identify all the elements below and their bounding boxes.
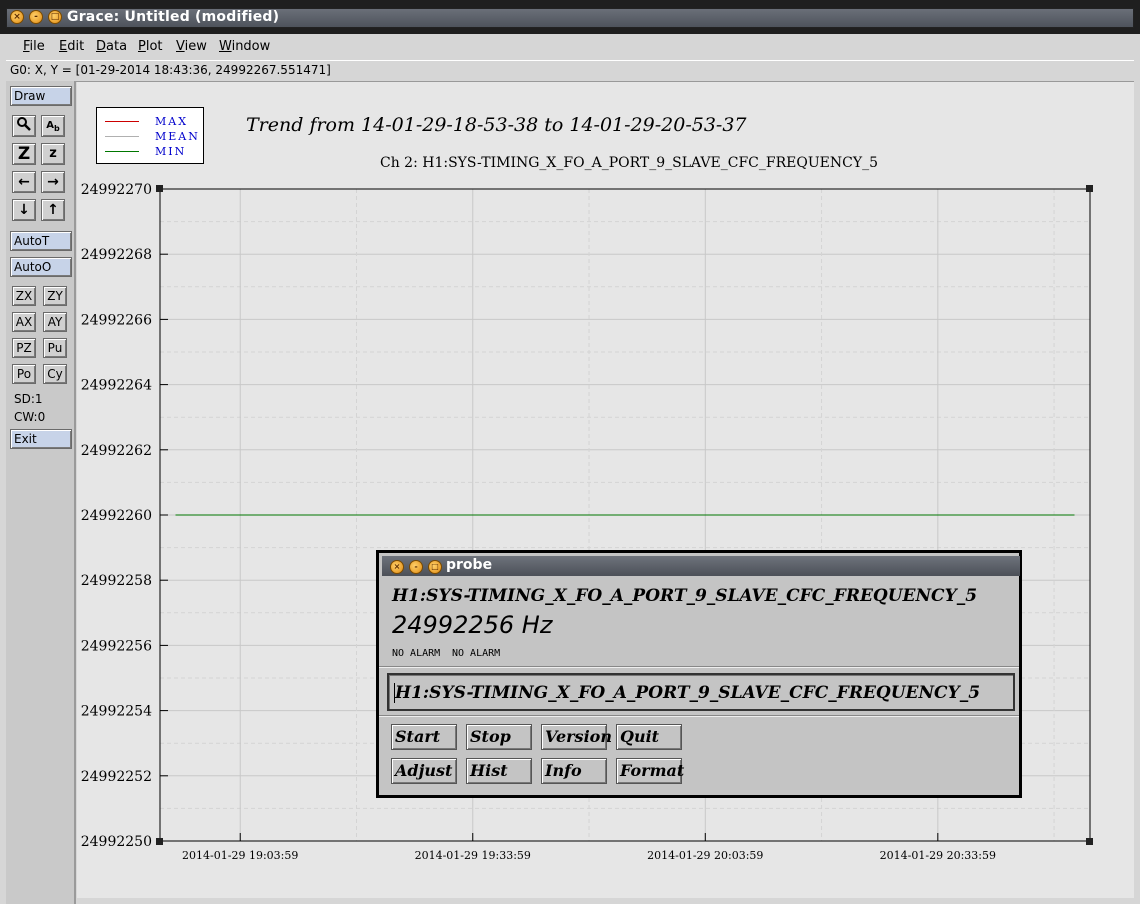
stop-button[interactable]: Stop [466,724,532,750]
y-tick-label: 24992258 [81,573,152,589]
x-tick-label: 2014-01-29 20:03:59 [647,849,763,862]
graph-corner-handle[interactable] [156,838,163,845]
legend-item-mean: MEAN [105,130,201,144]
hist-button[interactable]: Hist [466,758,532,784]
probe-channel-input-text: H1:SYS-TIMING_X_FO_A_PORT_9_SLAVE_CFC_FR… [395,683,981,703]
y-tick-label: 24992256 [81,638,152,654]
y-tick-label: 24992264 [81,378,152,394]
quit-button[interactable]: Quit [616,724,682,750]
chart-legend: MAX MEAN MIN [96,107,204,164]
probe-channel-input[interactable]: H1:SYS-TIMING_X_FO_A_PORT_9_SLAVE_CFC_FR… [387,673,1015,711]
adjust-button[interactable]: Adjust [391,758,457,784]
legend-label-max: MAX [155,115,189,128]
x-axis-ticks: 2014-01-29 19:03:59 2014-01-29 19:33:59 20… [182,833,996,862]
probe-minimize-icon[interactable]: - [409,560,423,574]
format-button[interactable]: Format [616,758,684,784]
y-axis-ticks: 24992250 24992252 24992254 24992256 24992258… [81,182,168,850]
y-tick-label: 24992260 [81,508,152,524]
legend-item-min: MIN [105,145,201,159]
probe-alarm-severity: NO ALARM [452,648,501,659]
graph-corner-handle[interactable] [1086,838,1093,845]
legend-label-mean: MEAN [155,130,200,143]
probe-window: × - □ probe H1:SYS-TIMING_X_FO_A_PORT_9_… [376,550,1022,798]
graph-corner-handle[interactable] [1086,185,1093,192]
probe-alarm-status: NO ALARM [392,648,441,659]
legend-swatch-max [105,121,139,122]
probe-body: × - □ probe H1:SYS-TIMING_X_FO_A_PORT_9_… [379,553,1020,795]
chart-subtitle: Ch 2: H1:SYS-TIMING_X_FO_A_PORT_9_SLAVE_… [380,155,878,171]
y-tick-label: 24992270 [81,182,152,198]
probe-separator [379,715,1019,717]
version-button[interactable]: Version [541,724,612,750]
legend-swatch-mean [105,136,139,137]
legend-label-min: MIN [155,145,187,158]
probe-channel-name: H1:SYS-TIMING_X_FO_A_PORT_9_SLAVE_CFC_FR… [392,586,978,606]
probe-title: probe [446,557,493,573]
probe-titlebar: × - □ probe [382,556,1020,576]
probe-value: 24992256 Hz [392,611,553,639]
y-tick-label: 24992266 [81,312,152,328]
x-tick-label: 2014-01-29 19:03:59 [182,849,298,862]
x-tick-label: 2014-01-29 19:33:59 [415,849,531,862]
info-button[interactable]: Info [541,758,607,784]
y-tick-label: 24992254 [81,704,152,720]
probe-close-icon[interactable]: × [390,560,404,574]
y-tick-label: 24992268 [81,247,152,263]
y-tick-label: 24992252 [81,769,152,785]
probe-maximize-icon[interactable]: □ [428,560,442,574]
legend-swatch-min [105,151,139,152]
y-tick-label: 24992250 [81,834,152,850]
graph-corner-handle[interactable] [156,185,163,192]
x-tick-label: 2014-01-29 20:33:59 [880,849,996,862]
start-button[interactable]: Start [391,724,457,750]
legend-item-max: MAX [105,115,201,129]
y-tick-label: 24992262 [81,443,152,459]
probe-separator [379,666,1019,668]
chart-title: Trend from 14-01-29-18-53-38 to 14-01-29… [246,114,747,136]
